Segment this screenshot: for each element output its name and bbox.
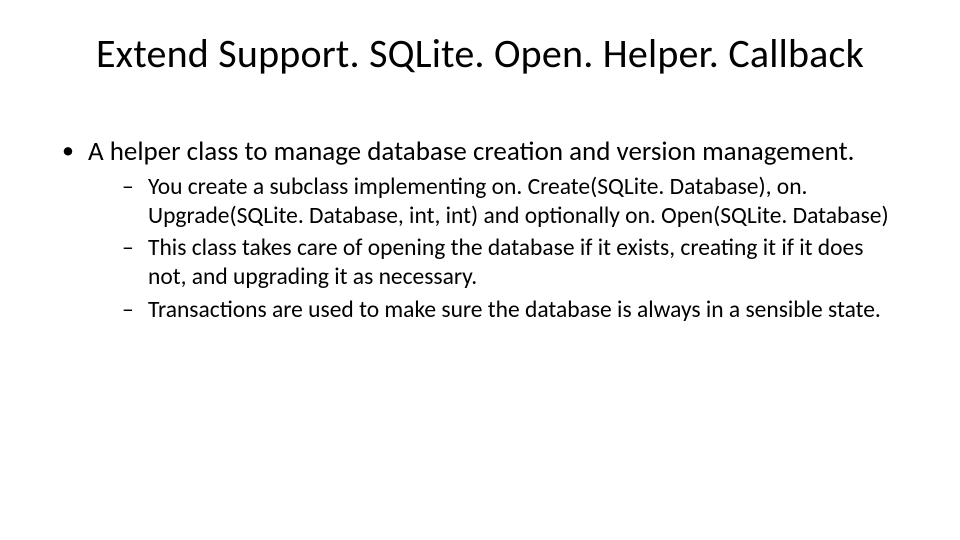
slide: Extend Support. SQLite. Open. Helper. Ca… (0, 0, 960, 540)
bullet-level1: A helper class to manage database creati… (60, 136, 900, 324)
sub-bullet-list: You create a subclass implementing on. C… (88, 173, 900, 324)
bullet-level2: Transactions are used to make sure the d… (88, 296, 900, 325)
bullet-level2: This class takes care of opening the dat… (88, 234, 900, 291)
bullet-level2: You create a subclass implementing on. C… (88, 173, 900, 230)
slide-title: Extend Support. SQLite. Open. Helper. Ca… (60, 29, 900, 78)
bullet-level1-text: A helper class to manage database creati… (88, 135, 854, 168)
bullet-list: A helper class to manage database creati… (60, 136, 900, 324)
